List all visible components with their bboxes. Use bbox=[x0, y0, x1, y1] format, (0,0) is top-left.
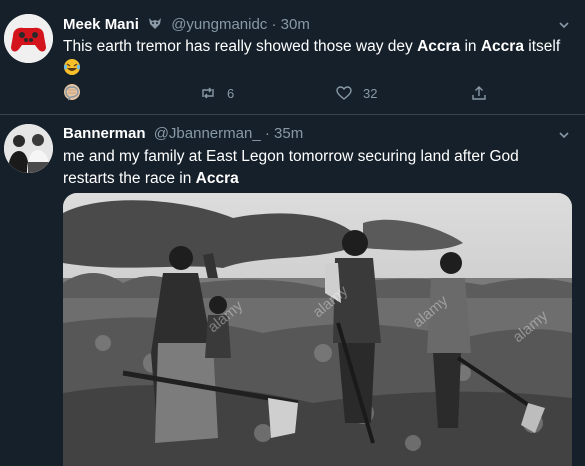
separator-dot: · bbox=[271, 16, 277, 33]
reply-icon bbox=[65, 86, 79, 101]
share-button[interactable] bbox=[470, 84, 488, 102]
tweet-header: Meek Mani @yungmanidc · 30m bbox=[63, 15, 310, 35]
tweet-text-part: me and my family at East Legon tomorrow … bbox=[63, 148, 519, 187]
like-button[interactable]: 32 bbox=[335, 84, 377, 102]
retweet-button[interactable]: 6 bbox=[199, 84, 234, 102]
tweet-item[interactable]: Meek Mani @yungmanidc · 30m This earth t… bbox=[0, 0, 585, 115]
tweet-text-part: This earth tremor has really showed thos… bbox=[63, 38, 418, 55]
heart-icon bbox=[336, 86, 352, 100]
wolf-emoji-icon bbox=[147, 15, 163, 35]
tweet-actions: 6 32 bbox=[63, 84, 503, 104]
tweet-media-image[interactable]: alamy alamy alamy alamy bbox=[63, 193, 572, 466]
chevron-down-icon[interactable] bbox=[559, 130, 569, 140]
tweet-header: Bannerman @Jbannerman_ · 35m bbox=[63, 125, 303, 142]
retweet-icon bbox=[202, 87, 214, 99]
timestamp[interactable]: 30m bbox=[281, 16, 310, 33]
display-name[interactable]: Meek Mani bbox=[63, 16, 139, 33]
avatar[interactable] bbox=[4, 14, 53, 63]
laughing-crying-emoji-icon bbox=[63, 58, 81, 83]
keyword-accra: Accra bbox=[480, 38, 524, 55]
tweet-text-part: in bbox=[460, 38, 481, 55]
share-icon bbox=[472, 86, 486, 100]
display-name[interactable]: Bannerman bbox=[63, 125, 146, 142]
reply-button[interactable] bbox=[63, 84, 91, 102]
retweet-count: 6 bbox=[227, 85, 235, 101]
user-handle[interactable]: @yungmanidc bbox=[171, 16, 267, 33]
keyword-accra: Accra bbox=[195, 170, 239, 187]
avatar-photo-image bbox=[4, 124, 53, 173]
like-count: 32 bbox=[363, 85, 378, 101]
avatar-controller-image bbox=[4, 14, 53, 63]
chevron-down-icon[interactable] bbox=[559, 20, 569, 30]
tweet-text-part: itself bbox=[523, 38, 561, 55]
tweet-text: me and my family at East Legon tomorrow … bbox=[63, 146, 568, 190]
user-handle[interactable]: @Jbannerman_ bbox=[154, 125, 261, 142]
farmers-field-photo: alamy alamy alamy alamy bbox=[63, 193, 572, 466]
separator-dot: · bbox=[264, 125, 270, 142]
avatar[interactable] bbox=[4, 124, 53, 173]
timestamp[interactable]: 35m bbox=[274, 125, 303, 142]
keyword-accra: Accra bbox=[417, 38, 461, 55]
